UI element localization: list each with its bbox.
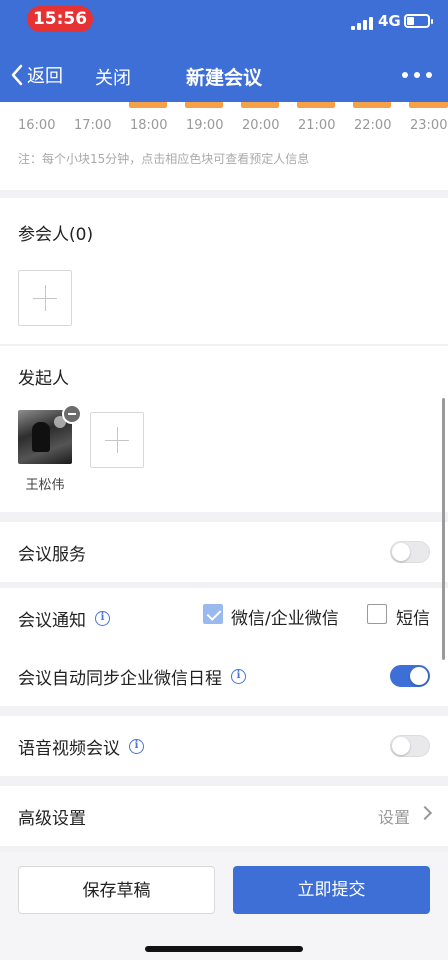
hour-label: 16:00 — [18, 118, 56, 133]
more-icon[interactable] — [402, 72, 432, 78]
home-indicator — [145, 946, 303, 952]
footer: 保存草稿 立即提交 — [0, 852, 448, 960]
wechat-checkbox[interactable] — [203, 604, 223, 624]
advanced-row[interactable]: 高级设置 设置 — [0, 786, 448, 846]
av-row: 语音视频会议 i — [0, 716, 448, 776]
chevron-right-icon — [417, 805, 433, 821]
av-label-text: 语音视频会议 — [18, 739, 120, 759]
services-label-text: 会议服务 — [18, 545, 86, 565]
sms-checkbox[interactable] — [367, 604, 387, 624]
time-block[interactable] — [353, 102, 391, 108]
add-participant-button[interactable] — [18, 270, 72, 326]
time-block[interactable] — [241, 102, 279, 108]
initiator-name: 王松伟 — [25, 478, 65, 493]
hour-label: 21:00 — [298, 118, 336, 133]
wechat-label: 微信/企业微信 — [231, 609, 339, 629]
services-toggle[interactable] — [390, 541, 430, 563]
hour-label: 20:00 — [242, 118, 280, 133]
initiator-title: 发起人 — [18, 369, 69, 389]
save-draft-button[interactable]: 保存草稿 — [18, 866, 215, 914]
time-block[interactable] — [129, 102, 167, 108]
status-time: 15:56 — [27, 6, 93, 32]
time-block[interactable] — [297, 102, 335, 108]
form-content: 16:00 17:00 18:00 19:00 20:00 21:00 22:0… — [0, 102, 448, 960]
sync-label: 会议自动同步企业微信日程 i — [18, 664, 246, 689]
status-bar: 15:56 4G — [0, 0, 448, 40]
notify-row: 会议通知 i 微信/企业微信 短信 — [0, 588, 448, 648]
hour-label: 18:00 — [130, 118, 168, 133]
hour-label: 22:00 — [354, 118, 392, 133]
info-icon[interactable]: i — [231, 669, 246, 684]
time-block[interactable] — [409, 102, 448, 108]
app-header: 15:56 4G 返回 关闭 新建会议 — [0, 0, 448, 102]
services-label: 会议服务 — [18, 540, 86, 565]
scrollbar[interactable] — [442, 398, 445, 660]
notify-label-text: 会议通知 — [18, 611, 86, 631]
timeline-note: 注：每个小块15分钟，点击相应色块可查看预定人信息 — [18, 152, 310, 166]
sync-toggle[interactable] — [390, 665, 430, 687]
hour-label: 23:00 — [410, 118, 448, 133]
page-title: 新建会议 — [185, 67, 262, 89]
sync-label-text: 会议自动同步企业微信日程 — [18, 669, 222, 689]
battery-icon — [404, 14, 433, 28]
participants-title: 参会人(0) — [18, 225, 94, 245]
time-block[interactable] — [185, 102, 223, 108]
add-initiator-button[interactable] — [90, 412, 144, 468]
av-label: 语音视频会议 i — [18, 734, 144, 759]
participants-section: 参会人(0) — [0, 198, 448, 344]
av-toggle[interactable] — [390, 735, 430, 757]
remove-icon[interactable] — [62, 404, 82, 424]
info-icon[interactable]: i — [95, 611, 110, 626]
services-row: 会议服务 — [0, 522, 448, 582]
advanced-value: 设置 — [377, 808, 410, 827]
advanced-label-text: 高级设置 — [18, 809, 86, 829]
network-type: 4G — [378, 12, 401, 30]
sms-label: 短信 — [396, 609, 430, 629]
advanced-label: 高级设置 — [18, 804, 86, 829]
hour-label: 19:00 — [186, 118, 224, 133]
nav-bar: 返回 关闭 新建会议 — [0, 56, 448, 96]
info-icon[interactable]: i — [129, 739, 144, 754]
signal-icon — [351, 16, 373, 30]
sync-row: 会议自动同步企业微信日程 i — [0, 646, 448, 706]
submit-button[interactable]: 立即提交 — [233, 866, 430, 914]
hour-label: 17:00 — [74, 118, 112, 133]
timeline: 16:00 17:00 18:00 19:00 20:00 21:00 22:0… — [0, 102, 448, 190]
notify-label: 会议通知 i — [18, 606, 110, 631]
